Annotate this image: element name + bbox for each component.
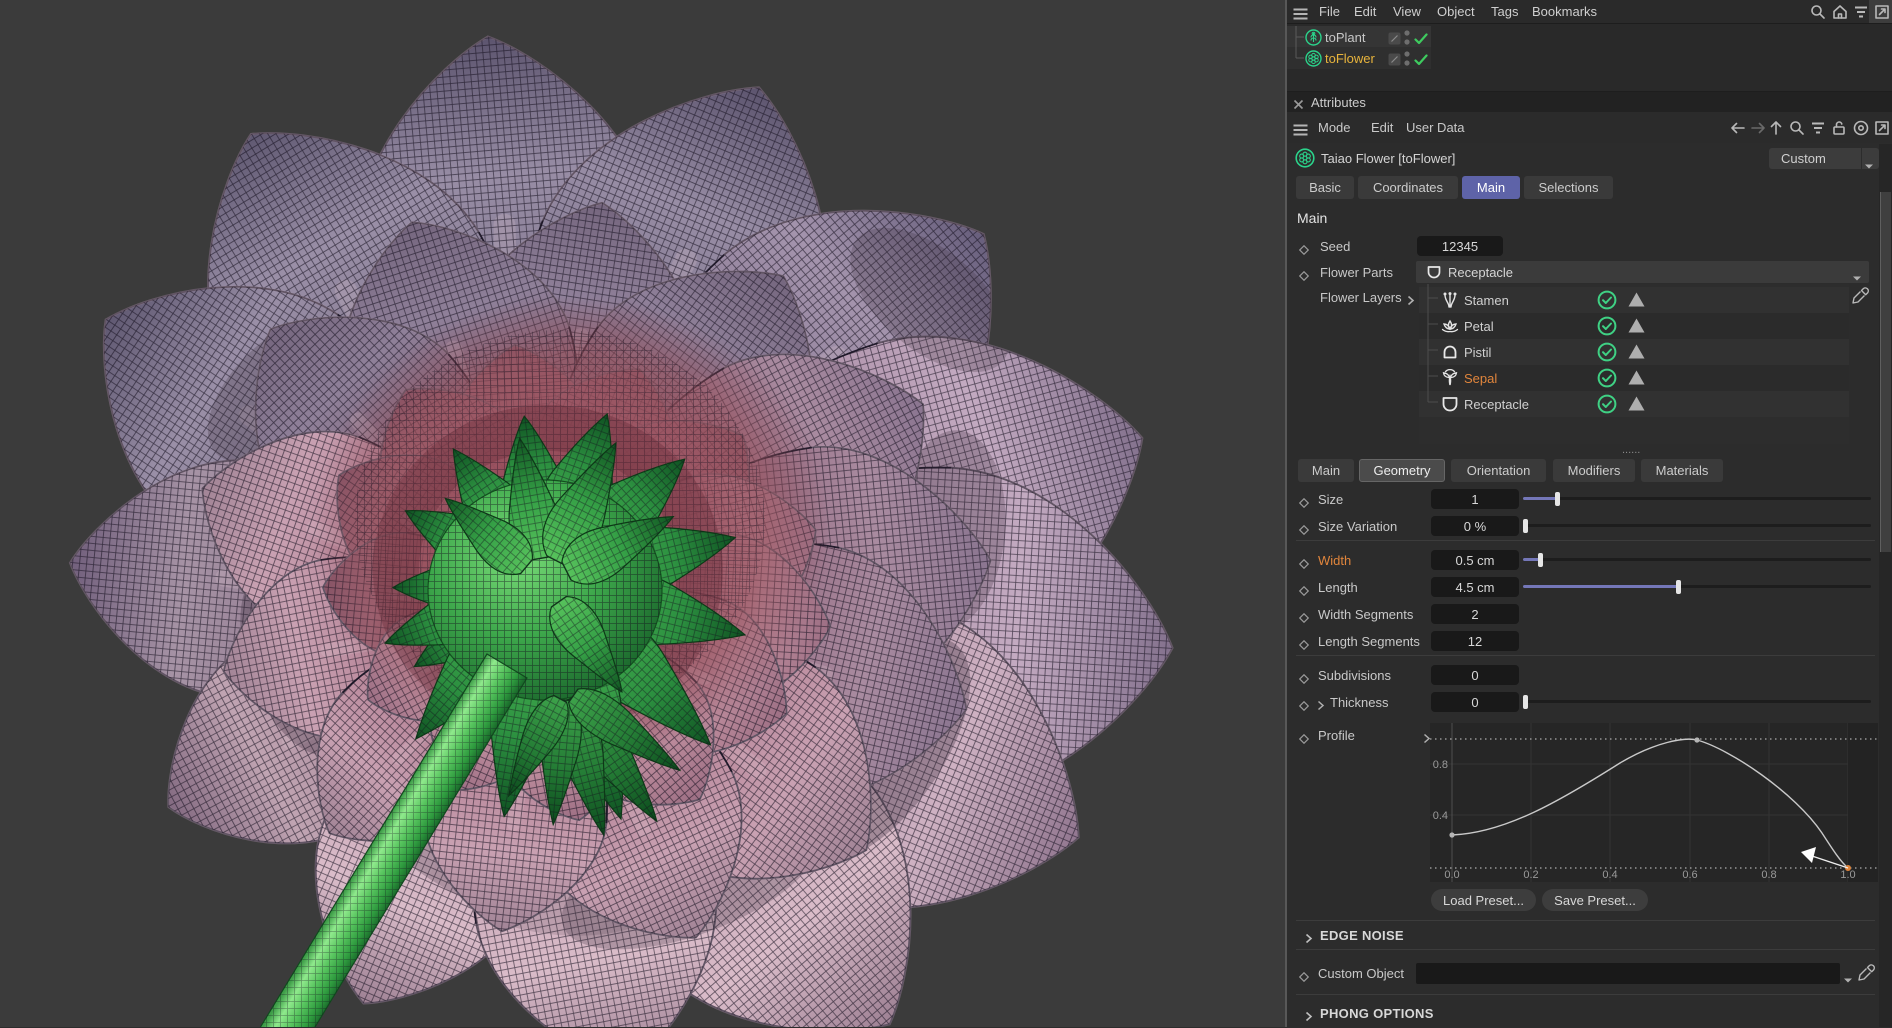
svg-text:0.0: 0.0: [1444, 869, 1459, 881]
svg-text:0.8: 0.8: [1761, 869, 1776, 881]
svg-text:0.8: 0.8: [1433, 759, 1448, 771]
svg-text:0.4: 0.4: [1602, 869, 1617, 881]
svg-text:0.2: 0.2: [1523, 869, 1538, 881]
svg-text:0.4: 0.4: [1433, 810, 1448, 822]
svg-text:0.6: 0.6: [1682, 869, 1697, 881]
